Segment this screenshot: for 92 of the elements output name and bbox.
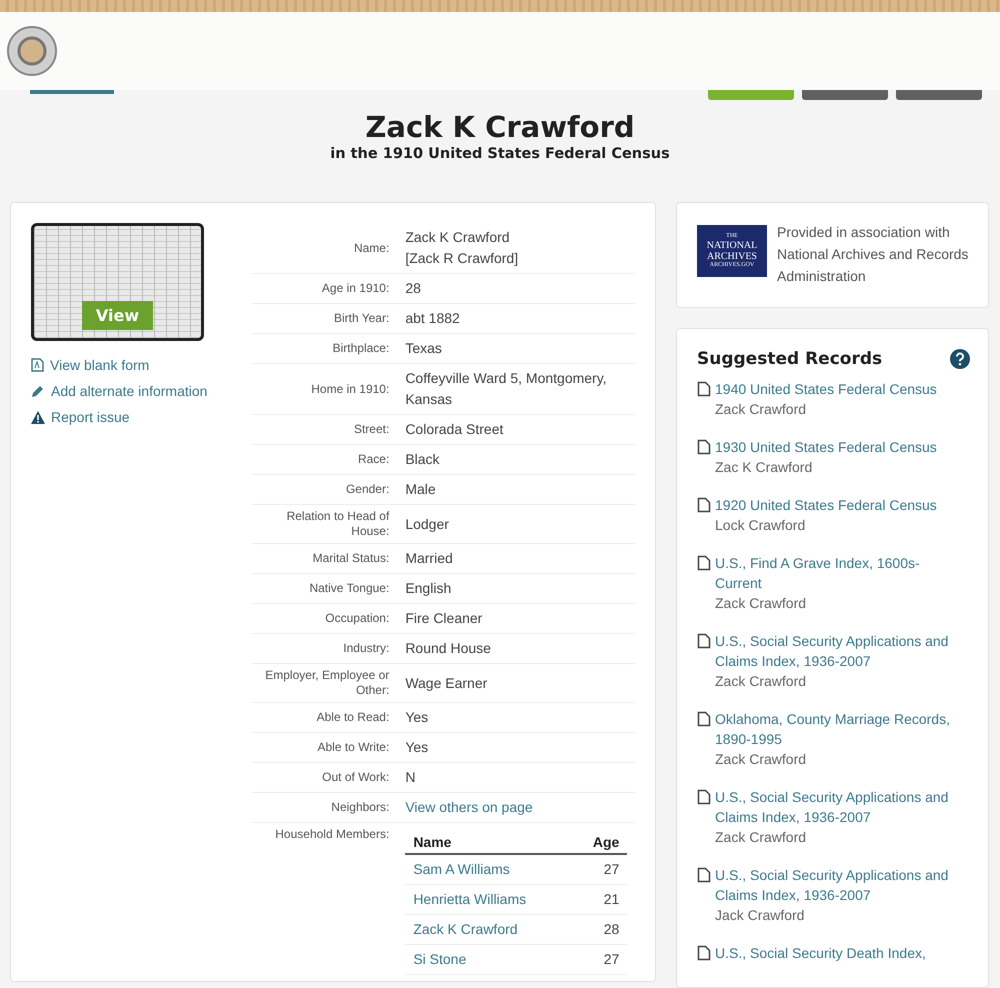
field-label: Out of Work: <box>321 770 390 785</box>
help-icon[interactable] <box>950 349 970 369</box>
field-value: English <box>405 579 452 598</box>
record-person: Zack Crawford <box>715 400 808 419</box>
field-label: Employer, Employee or Other: <box>264 668 390 698</box>
field-label: Able to Write: <box>316 740 390 755</box>
record-link[interactable]: 1920 United States Federal Census <box>715 495 937 515</box>
member-age: 27 <box>604 950 620 969</box>
record-link[interactable]: U.S., Social Security Death Index, <box>715 943 926 963</box>
record-link[interactable]: U.S., Social Security Applications and Claims Index, 1936-2007 <box>715 865 965 905</box>
side-link[interactable]: Report issue <box>31 409 230 425</box>
member-link[interactable]: Sam A Williams <box>413 859 510 880</box>
back-link-fragment[interactable] <box>30 90 114 94</box>
toolbar-button[interactable] <box>708 90 794 100</box>
side-link[interactable]: View blank form <box>31 357 230 373</box>
record-person: Jack Crawford <box>715 906 806 925</box>
field-label: Birth Year: <box>332 311 390 326</box>
pencil-icon <box>31 384 45 398</box>
toolbar-button[interactable] <box>802 90 888 100</box>
record-person: Zack Crawford <box>715 828 808 847</box>
pdf-icon <box>31 358 44 372</box>
member-age: 27 <box>604 860 620 879</box>
document-icon <box>697 789 711 805</box>
field-value: Lodger <box>405 514 450 534</box>
record-person: Zack Crawford <box>715 750 808 769</box>
view-button[interactable]: View <box>82 301 154 330</box>
member-age: 28 <box>604 920 620 939</box>
record-person: Lock Crawford <box>715 516 806 535</box>
field-label: Home in 1910: <box>310 382 390 396</box>
field-value: Male <box>405 480 437 499</box>
record-link[interactable]: 1930 United States Federal Census <box>715 437 937 457</box>
toolbar-button[interactable] <box>896 90 982 100</box>
field-value: Colorada Street <box>405 420 504 439</box>
field-value: Yes <box>405 708 430 727</box>
column-header: Name <box>413 833 452 852</box>
side-link[interactable]: Add alternate information <box>31 383 230 399</box>
field-value: Black <box>405 450 441 469</box>
record-link[interactable]: U.S., Social Security Applications and Claims Index, 1936-2007 <box>715 631 965 671</box>
suggested-records-title: Suggested Records <box>697 349 882 369</box>
document-icon <box>697 945 711 961</box>
document-icon <box>697 439 711 455</box>
record-person: Zack Crawford <box>715 672 808 691</box>
field-value: Fire Cleaner <box>405 609 484 628</box>
document-icon <box>697 711 711 727</box>
field-label: Name: <box>352 240 390 256</box>
record-link[interactable]: U.S., Social Security Applications and Claims Index, 1936-2007 <box>715 787 965 827</box>
field-value: Yes <box>405 738 430 757</box>
field-value: [Zack R Crawford] <box>405 249 520 268</box>
field-value: Married <box>405 549 454 568</box>
record-person: Zack Crawford <box>715 594 808 613</box>
document-image-placeholder[interactable]: View <box>31 223 204 341</box>
document-icon <box>697 497 711 513</box>
field-label: Birthplace: <box>332 341 390 356</box>
member-link[interactable]: Si Stone <box>413 949 466 970</box>
column-header: Age <box>592 833 620 852</box>
document-icon <box>697 381 711 397</box>
field-value: N <box>405 768 416 787</box>
field-label: Marital Status: <box>312 551 390 566</box>
field-link[interactable]: View others on page <box>405 797 635 818</box>
record-link[interactable]: Oklahoma, County Marriage Records, 1890-1995 <box>715 709 965 749</box>
record-link[interactable]: 1940 United States Federal Census <box>715 379 937 399</box>
member-link[interactable]: Henrietta Williams <box>413 889 526 910</box>
field-label: Street: <box>352 422 390 437</box>
document-icon <box>697 867 711 883</box>
field-label: Age in 1910: <box>320 281 390 296</box>
field-value: Texas <box>405 339 443 358</box>
document-icon <box>697 633 711 649</box>
field-value: Coffeyville Ward 5, Montgomery, Kansas <box>405 369 608 409</box>
field-value: Wage Earner <box>405 674 488 693</box>
field-label: Occupation: <box>324 611 390 626</box>
page-title: Zack K Crawford <box>364 110 636 144</box>
grommet-icon <box>6 24 58 77</box>
field-label: Neighbors: <box>330 800 390 815</box>
warning-icon <box>31 410 45 424</box>
field-label: Race: <box>356 452 390 467</box>
field-value: Round House <box>405 639 492 658</box>
field-value: 28 <box>405 279 422 298</box>
field-label: Household Members: <box>274 827 390 842</box>
member-link[interactable]: Zack K Crawford <box>413 919 518 940</box>
provider-text: Provided in association with National Archives and Records Administration <box>777 223 970 286</box>
field-label: Able to Read: <box>316 710 390 725</box>
record-person: Zac K Crawford <box>715 458 814 477</box>
field-value: abt 1882 <box>405 309 461 328</box>
record-link[interactable]: U.S., Find A Grave Index, 1600s-Current <box>715 553 965 593</box>
member-age: 21 <box>604 890 620 909</box>
page-subtitle: in the 1910 United States Federal Census <box>329 146 671 162</box>
document-icon <box>697 555 711 571</box>
field-label: Native Tongue: <box>308 581 390 596</box>
field-label: Relation to Head of House: <box>286 509 390 539</box>
field-label: Industry: <box>342 641 390 656</box>
field-label: Gender: <box>344 482 390 497</box>
field-value: Zack K Crawford <box>405 228 511 247</box>
